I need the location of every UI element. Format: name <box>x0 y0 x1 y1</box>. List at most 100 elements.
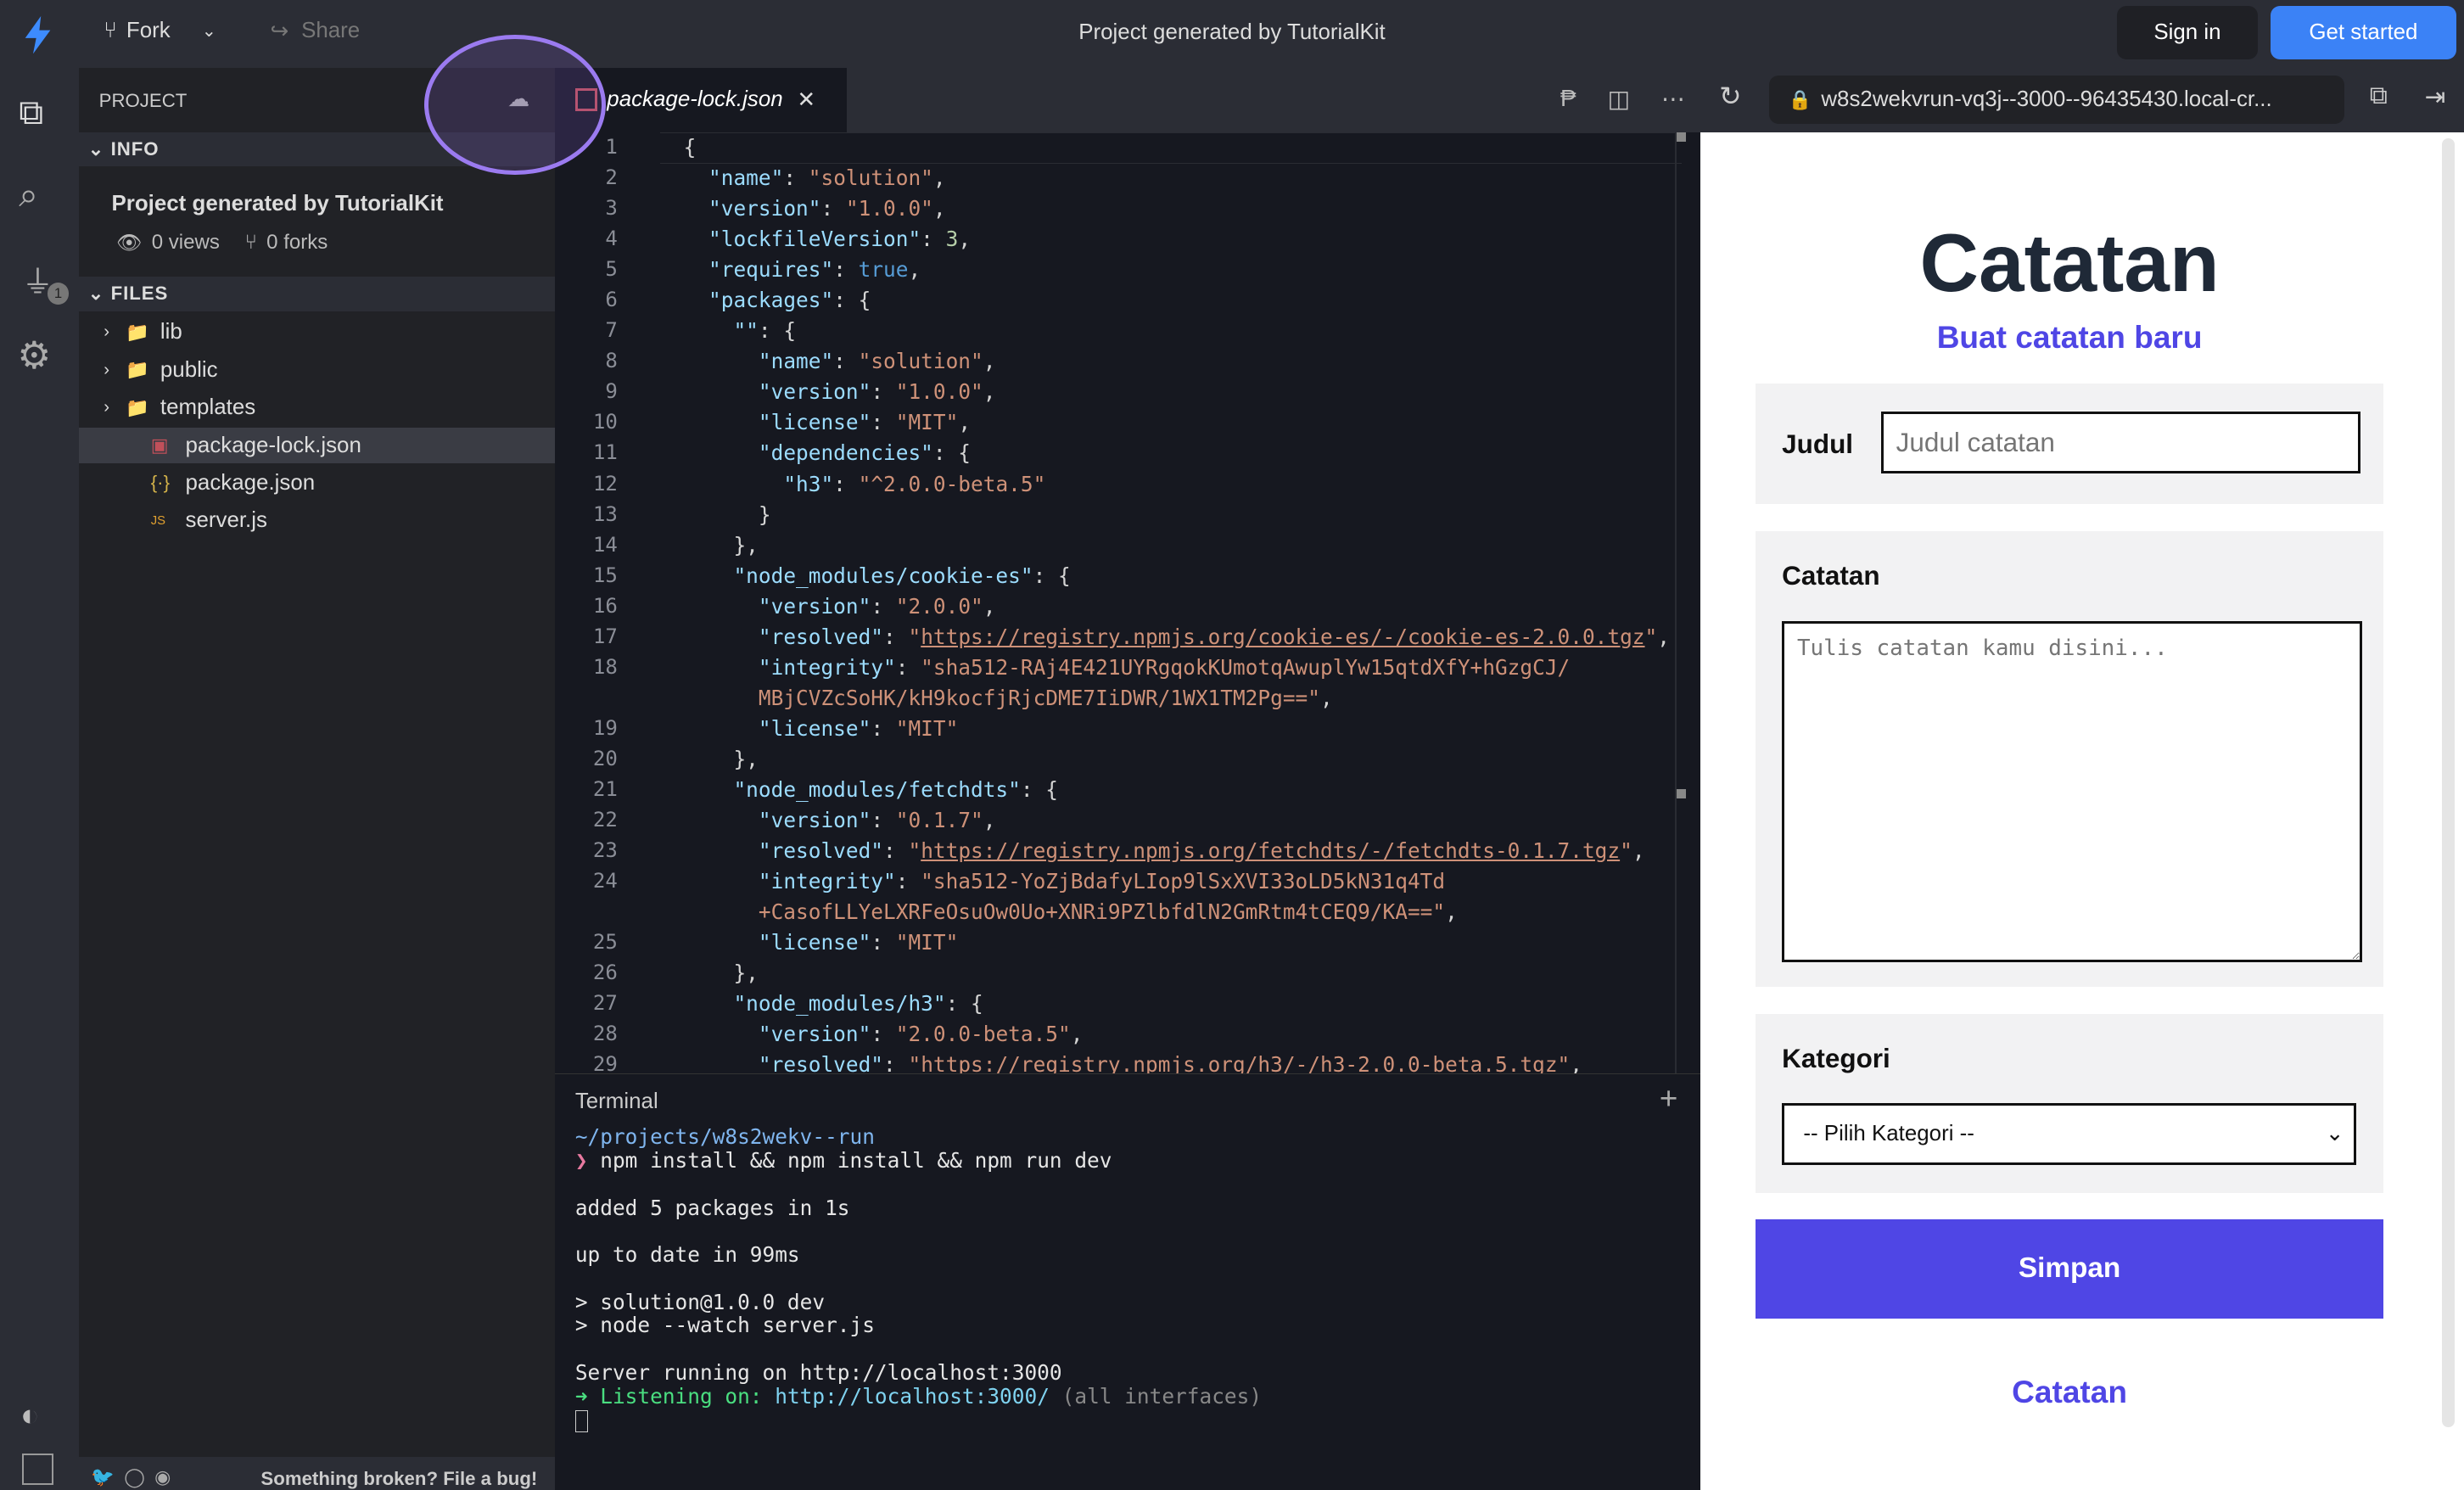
line-number: 22 <box>592 807 618 832</box>
code-token: 3 <box>945 227 959 252</box>
code-line[interactable]: "version": "2.0.0-beta.5", <box>684 1022 1084 1046</box>
line-number: 15 <box>592 563 618 587</box>
collapse-panel-icon[interactable]: ⇥ <box>2425 81 2446 112</box>
code-line[interactable]: "node_modules/h3": { <box>684 991 983 1016</box>
code-token: : <box>820 196 846 221</box>
code-line[interactable]: "integrity": "sha512-RAj4E421UYRgqokKUmo… <box>684 654 1570 680</box>
file-tree-item[interactable]: › 📁 lib <box>79 314 555 350</box>
chevron-down-icon: ⌄ <box>87 283 105 305</box>
discord-icon[interactable]: ◉ <box>154 1466 171 1488</box>
tab-bar: package-lock.json ✕ ₱ ◫ ⋯ ↻ 🔒 w8s2wekvrun-v… <box>554 67 2464 132</box>
layout-toggle-icon[interactable] <box>21 1454 54 1486</box>
split-editor-icon[interactable]: ◫ <box>1608 85 1630 113</box>
line-number: 25 <box>592 929 618 954</box>
terminal-panel[interactable]: Terminal + ~/projects/w8s2wekv--run ❯ np… <box>554 1073 1700 1490</box>
catatan-card: Catatan <box>1755 530 2384 988</box>
github-icon[interactable]: ◯ <box>124 1466 145 1488</box>
kategori-select[interactable]: -- Pilih Kategori -- ⌄ <box>1782 1103 2356 1165</box>
code-line[interactable]: +CasofLLYeLXRFeOsuOw0Uo+XNRi9PZlbfdlN2Gm… <box>684 899 1458 924</box>
code-token: "MIT" <box>895 929 959 955</box>
open-external-icon[interactable]: ⧉ <box>2370 81 2388 110</box>
code-line[interactable]: "resolved": "https://registry.npmjs.org/… <box>684 1052 1582 1073</box>
reload-icon[interactable]: ↻ <box>1719 81 1741 112</box>
code-line[interactable]: "version": "1.0.0", <box>684 196 946 221</box>
file-name: server.js <box>185 508 267 533</box>
get-started-button[interactable]: Get started <box>2271 6 2456 60</box>
code-line[interactable]: "license": "MIT", <box>684 410 971 434</box>
file-tree-item[interactable]: › 📁 public <box>79 352 555 389</box>
file-tree-item[interactable]: ▣ package-lock.json <box>78 427 555 464</box>
code-editor[interactable]: 1{2 "name": "solution", 3 "version": "1.0… <box>554 132 1700 1073</box>
code-line[interactable]: "name": "solution", <box>684 349 996 373</box>
code-line[interactable]: "resolved": "https://registry.npmjs.org/… <box>684 838 1645 863</box>
code-line[interactable]: "version": "1.0.0", <box>684 379 996 404</box>
code-token: " <box>908 624 921 649</box>
code-line[interactable]: { <box>684 135 697 160</box>
catatan-textarea[interactable] <box>1782 620 2362 962</box>
theme-toggle-icon[interactable]: ◐ <box>20 1397 39 1433</box>
code-line[interactable]: }, <box>684 747 758 771</box>
prettier-icon[interactable]: ₱ <box>1560 85 1576 113</box>
search-icon[interactable]: ⌕ <box>19 175 38 216</box>
scrollbar[interactable] <box>1675 132 1677 1073</box>
code-line[interactable]: MBjCVZcSoHK/kH9kocfjRjcDME7IiDWR/1WX1TM2… <box>684 686 1333 710</box>
file-tree-item[interactable]: JS server.js <box>79 503 555 540</box>
code-line[interactable]: "h3": "^2.0.0-beta.5" <box>684 472 1045 496</box>
chevron-right-icon: › <box>104 322 109 342</box>
file-bug-link[interactable]: Something broken? File a bug! <box>260 1468 537 1490</box>
sign-in-button[interactable]: Sign in <box>2116 6 2259 60</box>
code-line[interactable]: "requires": true, <box>684 257 921 282</box>
close-icon[interactable]: ✕ <box>797 87 815 113</box>
code-line[interactable]: }, <box>684 961 758 985</box>
more-icon[interactable]: ⋯ <box>1661 85 1685 113</box>
listen-url[interactable]: http://localhost:3000/ <box>775 1384 1050 1409</box>
twitter-icon[interactable]: 🐦 <box>91 1466 115 1488</box>
terminal-output: > solution@1.0.0 dev <box>574 1289 826 1314</box>
code-token: "integrity" <box>758 654 896 680</box>
file-tree-item[interactable]: {·} package.json <box>79 465 555 501</box>
code-line[interactable]: "version": "2.0.0", <box>684 594 996 619</box>
code-token: , <box>983 807 996 832</box>
code-line[interactable]: "integrity": "sha512-YoZjBdafyLIop9lSxXV… <box>684 869 1445 893</box>
listen-note: (all interfaces) <box>1061 1383 1263 1409</box>
code-line[interactable]: "version": "0.1.7", <box>684 808 996 832</box>
gear-icon[interactable]: ⚙ <box>17 334 51 378</box>
add-terminal-icon[interactable]: + <box>1660 1080 1678 1117</box>
code-line[interactable]: "packages": { <box>684 288 871 312</box>
line-number: 24 <box>592 868 618 893</box>
code-line[interactable]: "lockfileVersion": 3, <box>684 227 971 251</box>
code-line[interactable]: "": { <box>684 318 796 343</box>
files-icon[interactable]: ⧉ <box>19 92 43 133</box>
url-bar[interactable]: 🔒 w8s2wekvrun-vq3j--3000--96435430.local-… <box>1769 75 2345 125</box>
code-token: "MIT" <box>895 715 959 741</box>
code-token: https://registry.npmjs.org/h3/-/h3-2.0.0… <box>921 1051 1558 1073</box>
line-number: 26 <box>592 960 618 984</box>
scroll-marker <box>1677 132 1687 142</box>
file-tree-item[interactable]: › 📁 templates <box>79 389 555 426</box>
preview-scrollbar[interactable] <box>2442 137 2455 1427</box>
prompt-icon: ❯ <box>574 1147 588 1173</box>
judul-input[interactable] <box>1880 412 2361 473</box>
simpan-button[interactable]: Simpan <box>1755 1219 2384 1319</box>
files-section-header[interactable]: ⌄ FILES <box>78 276 555 311</box>
line-number: 12 <box>592 471 618 496</box>
code-token: : <box>871 1021 896 1046</box>
code-line[interactable]: "license": "MIT" <box>684 715 959 741</box>
code-line[interactable]: "resolved": "https://registry.npmjs.org/… <box>684 625 1670 649</box>
code-line[interactable]: }, <box>684 533 758 557</box>
code-line[interactable]: } <box>684 502 771 527</box>
line-number: 19 <box>592 715 618 740</box>
code-token: " <box>908 837 921 863</box>
code-token: , <box>958 410 972 435</box>
code-line[interactable]: "node_modules/cookie-es": { <box>684 563 1070 588</box>
code-line[interactable]: "node_modules/fetchdts": { <box>684 777 1058 802</box>
code-line[interactable]: "dependencies": { <box>684 440 971 465</box>
highlight-circle-annotation <box>424 34 606 176</box>
code-line[interactable]: "license": "MIT" <box>684 929 959 955</box>
code-line[interactable]: "name": "solution", <box>684 165 946 190</box>
